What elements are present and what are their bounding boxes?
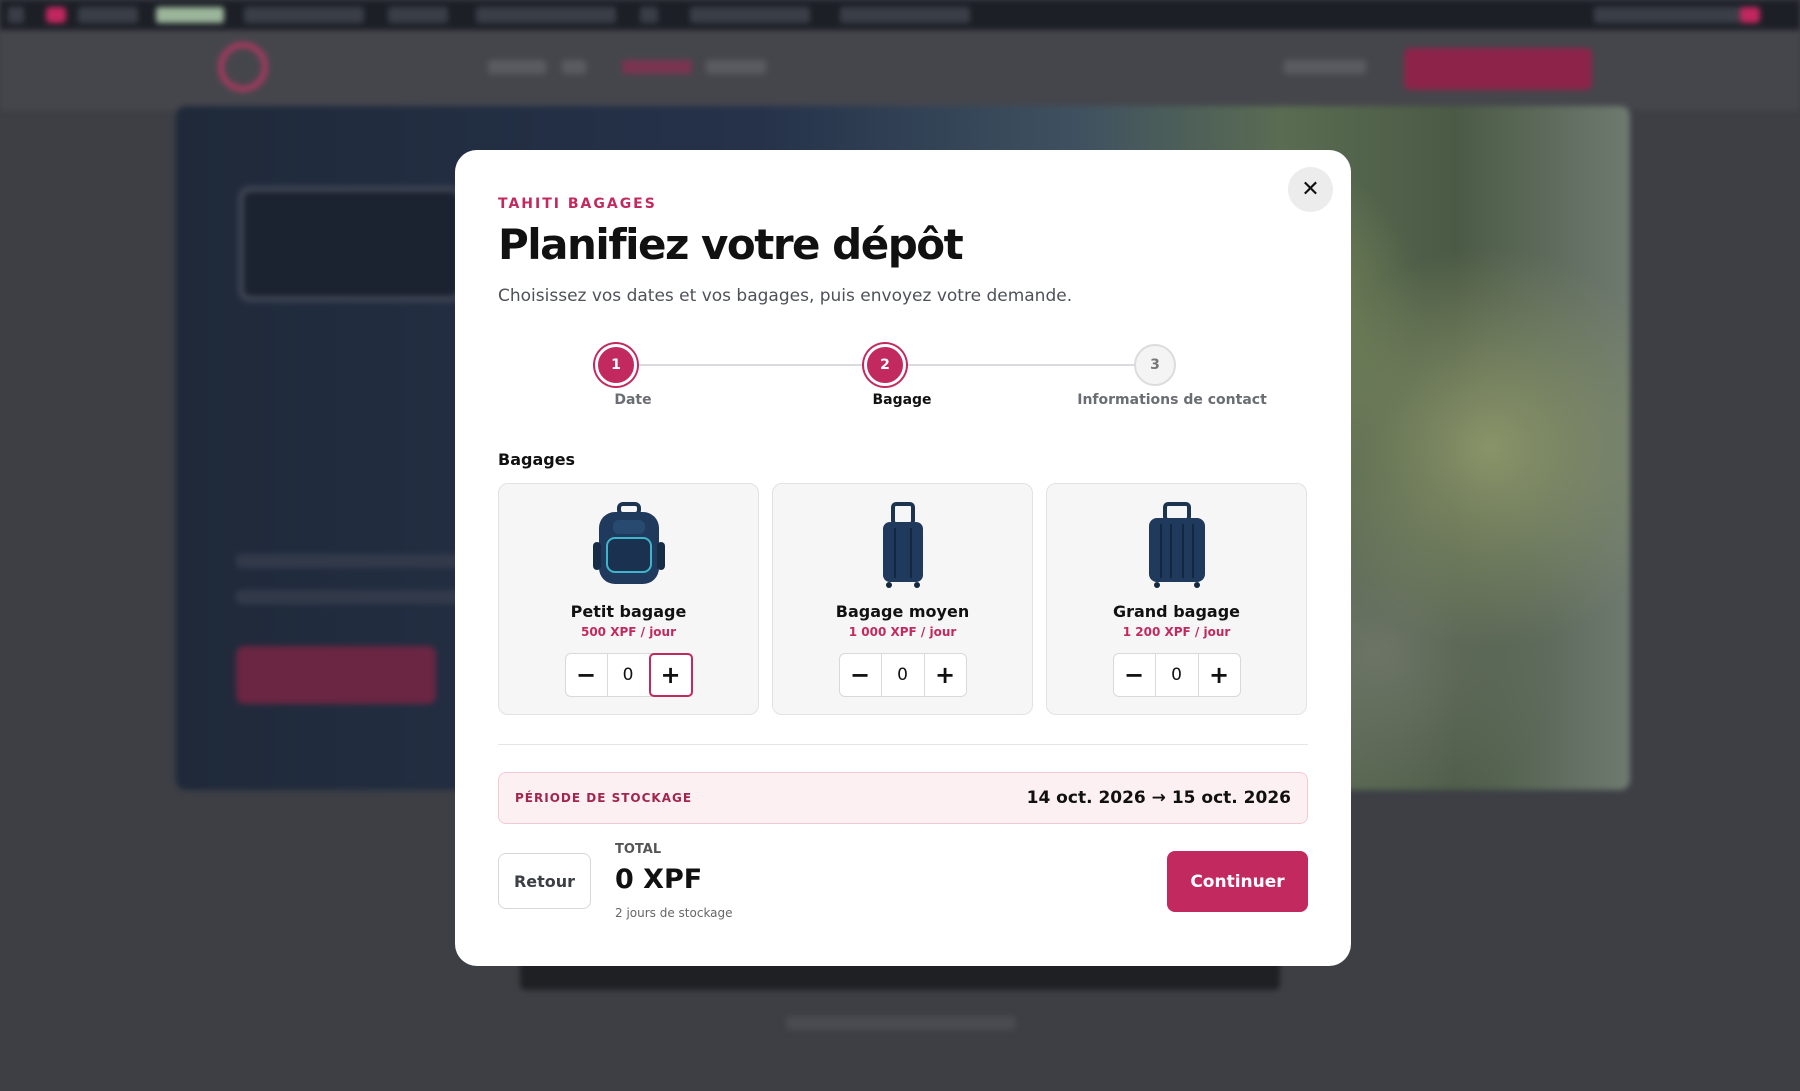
bag-name: Grand bagage (1112, 602, 1241, 621)
nav-link (488, 60, 546, 74)
plus-icon: + (1208, 661, 1230, 689)
browser-toolbar (0, 0, 1800, 30)
toolbar-item (156, 7, 224, 23)
storage-period-label: PÉRIODE DE STOCKAGE (515, 791, 693, 805)
storage-period-value: 14 oct. 2026 → 15 oct. 2026 (1026, 788, 1291, 808)
step-number: 2 (880, 357, 890, 373)
toolbar-item (690, 7, 810, 23)
step-2-circle: 2 (864, 344, 906, 386)
bag-card-small: Petit bagage 500 XPF / jour − 0 + (498, 483, 759, 715)
bags-section-label: Bagages (498, 450, 576, 469)
increment-button[interactable]: + (923, 654, 966, 696)
close-button[interactable]: ✕ (1288, 167, 1333, 212)
total-note: 2 jours de stockage (615, 906, 733, 920)
hero-text (236, 590, 476, 604)
section-subheading (786, 1016, 1016, 1030)
toolbar-item (46, 7, 66, 23)
suitcase-icon (882, 502, 923, 588)
close-icon: ✕ (1301, 177, 1320, 202)
hero-button (236, 646, 436, 704)
decrement-button[interactable]: − (1114, 654, 1156, 696)
nav-link (1284, 60, 1366, 74)
toolbar-item (640, 7, 658, 23)
progress-stepper: 1 Date 2 Bagage 3 Informations de contac… (498, 344, 1308, 414)
nav-link (706, 60, 766, 74)
booking-modal: ✕ TAHITI BAGAGES Planifiez votre dépôt C… (455, 150, 1351, 966)
quantity-value[interactable]: 0 (608, 654, 649, 696)
storage-period-box: PÉRIODE DE STOCKAGE 14 oct. 2026 → 15 oc… (498, 772, 1308, 824)
modal-subtitle: Choisissez vos dates et vos bagages, pui… (498, 286, 1073, 306)
step-3-label: Informations de contact (1077, 392, 1267, 408)
toolbar-item (8, 7, 24, 23)
hero-text (236, 554, 476, 568)
continue-button[interactable]: Continuer (1167, 851, 1308, 912)
minus-icon: − (575, 661, 597, 689)
minus-icon: − (1123, 661, 1145, 689)
hero-title (236, 386, 260, 482)
step-1-label: Date (614, 392, 652, 408)
quantity-stepper: − 0 + (1112, 653, 1241, 697)
bag-card-large: Grand bagage 1 200 XPF / jour − 0 + (1046, 483, 1307, 715)
toolbar-item (840, 7, 970, 23)
nav-link (622, 60, 692, 74)
bag-price: 1 200 XPF / jour (1122, 625, 1231, 639)
plus-icon: + (934, 661, 956, 689)
decrement-button[interactable]: − (840, 654, 882, 696)
logo (280, 46, 293, 92)
minus-icon: − (849, 661, 871, 689)
toolbar-item (388, 7, 448, 23)
toolbar-item (1594, 7, 1744, 23)
bag-price: 500 XPF / jour (580, 625, 677, 639)
step-number: 3 (1150, 357, 1160, 373)
step-1-circle: 1 (595, 344, 637, 386)
step-connector (906, 364, 1140, 366)
quantity-stepper: − 0 + (564, 653, 693, 697)
increment-button[interactable]: + (648, 653, 693, 697)
decrement-button[interactable]: − (566, 654, 608, 696)
bag-name: Petit bagage (570, 602, 687, 621)
toolbar-item (78, 7, 138, 23)
plus-icon: + (660, 661, 681, 689)
toolbar-item (476, 7, 616, 23)
logo-icon (218, 42, 268, 92)
bag-price: 1 000 XPF / jour (848, 625, 957, 639)
large-suitcase-icon (1148, 502, 1205, 588)
total-value: 0 XPF (615, 864, 703, 895)
bag-card-medium: Bagage moyen 1 000 XPF / jour − 0 + (772, 483, 1033, 715)
step-2-label: Bagage (872, 392, 932, 408)
divider (498, 744, 1308, 745)
quantity-value[interactable]: 0 (1156, 654, 1198, 696)
backpack-icon (592, 502, 665, 584)
step-3-circle: 3 (1134, 344, 1176, 386)
modal-title: Planifiez votre dépôt (498, 220, 964, 269)
modal-eyebrow: TAHITI BAGAGES (498, 196, 657, 212)
step-connector (636, 364, 870, 366)
toolbar-item (1740, 7, 1760, 23)
back-button[interactable]: Retour (498, 853, 591, 909)
bag-name: Bagage moyen (835, 602, 970, 621)
quantity-stepper: − 0 + (838, 653, 967, 697)
hero-card (238, 186, 464, 302)
increment-button[interactable]: + (1197, 654, 1240, 696)
toolbar-item (244, 7, 364, 23)
header-cta-button (1404, 48, 1592, 90)
total-label: TOTAL (615, 842, 662, 857)
quantity-value[interactable]: 0 (882, 654, 924, 696)
nav-link (562, 60, 586, 74)
step-number: 1 (611, 357, 621, 373)
